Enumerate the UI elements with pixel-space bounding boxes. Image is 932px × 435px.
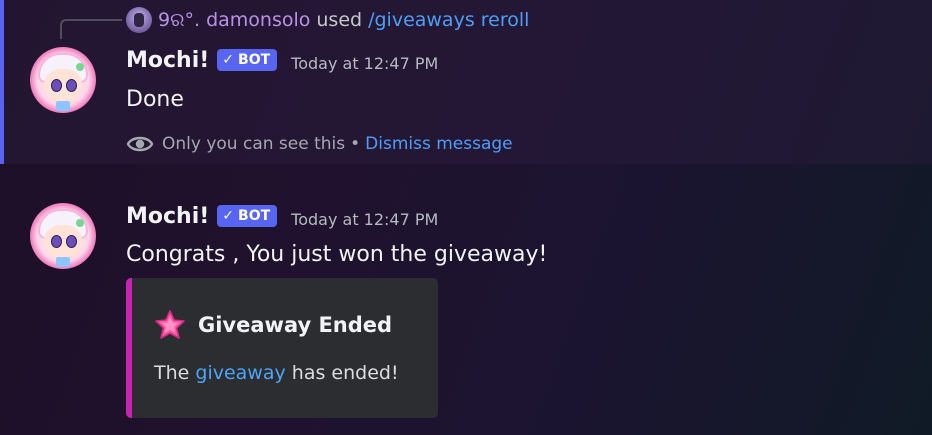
- bot-tag: ✓ BOT: [217, 49, 278, 71]
- bot-avatar[interactable]: [30, 203, 96, 269]
- command-reply-context[interactable]: 9ର°. damonsolo used /giveaways reroll: [126, 6, 529, 34]
- giveaway-link[interactable]: giveaway: [195, 362, 285, 384]
- avatar-heart: [76, 63, 84, 71]
- avatar-collar: [56, 101, 70, 111]
- verified-check-icon: ✓: [222, 52, 235, 68]
- embed-description: The giveaway has ended!: [154, 362, 399, 384]
- bot-tag-label: BOT: [238, 52, 271, 68]
- reply-used-text: used: [316, 9, 363, 31]
- dismiss-message-link[interactable]: Dismiss message: [365, 134, 512, 154]
- embed-desc-prefix: The: [154, 362, 190, 384]
- ephemeral-notice-text: Only you can see this: [162, 134, 346, 154]
- avatar-heart: [76, 219, 84, 227]
- avatar-collar: [56, 257, 70, 267]
- embed-desc-suffix: has ended!: [291, 362, 399, 384]
- reply-connector-line: [60, 19, 122, 39]
- reply-username[interactable]: 9ର°. damonsolo: [158, 9, 310, 31]
- ephemeral-accent-bar: [0, 0, 4, 164]
- message-timestamp[interactable]: Today at 12:47 PM: [291, 210, 438, 229]
- author-name[interactable]: Mochi!: [126, 204, 209, 229]
- giveaway-embed: Giveaway Ended The giveaway has ended!: [126, 278, 438, 418]
- avatar-eye: [66, 235, 77, 248]
- reply-command-name[interactable]: /giveaways reroll: [368, 9, 529, 31]
- embed-title: Giveaway Ended: [154, 309, 392, 341]
- bot-tag: ✓ BOT: [217, 205, 278, 227]
- message-timestamp[interactable]: Today at 12:47 PM: [291, 54, 438, 73]
- avatar-eye: [66, 79, 77, 92]
- bot-avatar[interactable]: [30, 47, 96, 113]
- user-avatar-small[interactable]: [126, 7, 152, 33]
- embed-accent-bar: [126, 278, 132, 418]
- notice-separator: •: [350, 134, 361, 154]
- avatar-eye: [51, 235, 62, 248]
- message-content: Done: [126, 87, 184, 112]
- avatar-eye: [51, 79, 62, 92]
- embed-title-text: Giveaway Ended: [198, 313, 393, 337]
- ephemeral-notice: Only you can see this • Dismiss message: [126, 131, 513, 157]
- pink-star-icon: [155, 310, 185, 339]
- message-content: Congrats , You just won the giveaway!: [126, 242, 548, 267]
- message-header: Mochi! ✓ BOT Today at 12:47 PM: [126, 44, 438, 76]
- eye-icon: [126, 136, 154, 152]
- author-name[interactable]: Mochi!: [126, 48, 209, 73]
- message-header: Mochi! ✓ BOT Today at 12:47 PM: [126, 200, 438, 232]
- verified-check-icon: ✓: [222, 208, 235, 224]
- bot-tag-label: BOT: [238, 208, 271, 224]
